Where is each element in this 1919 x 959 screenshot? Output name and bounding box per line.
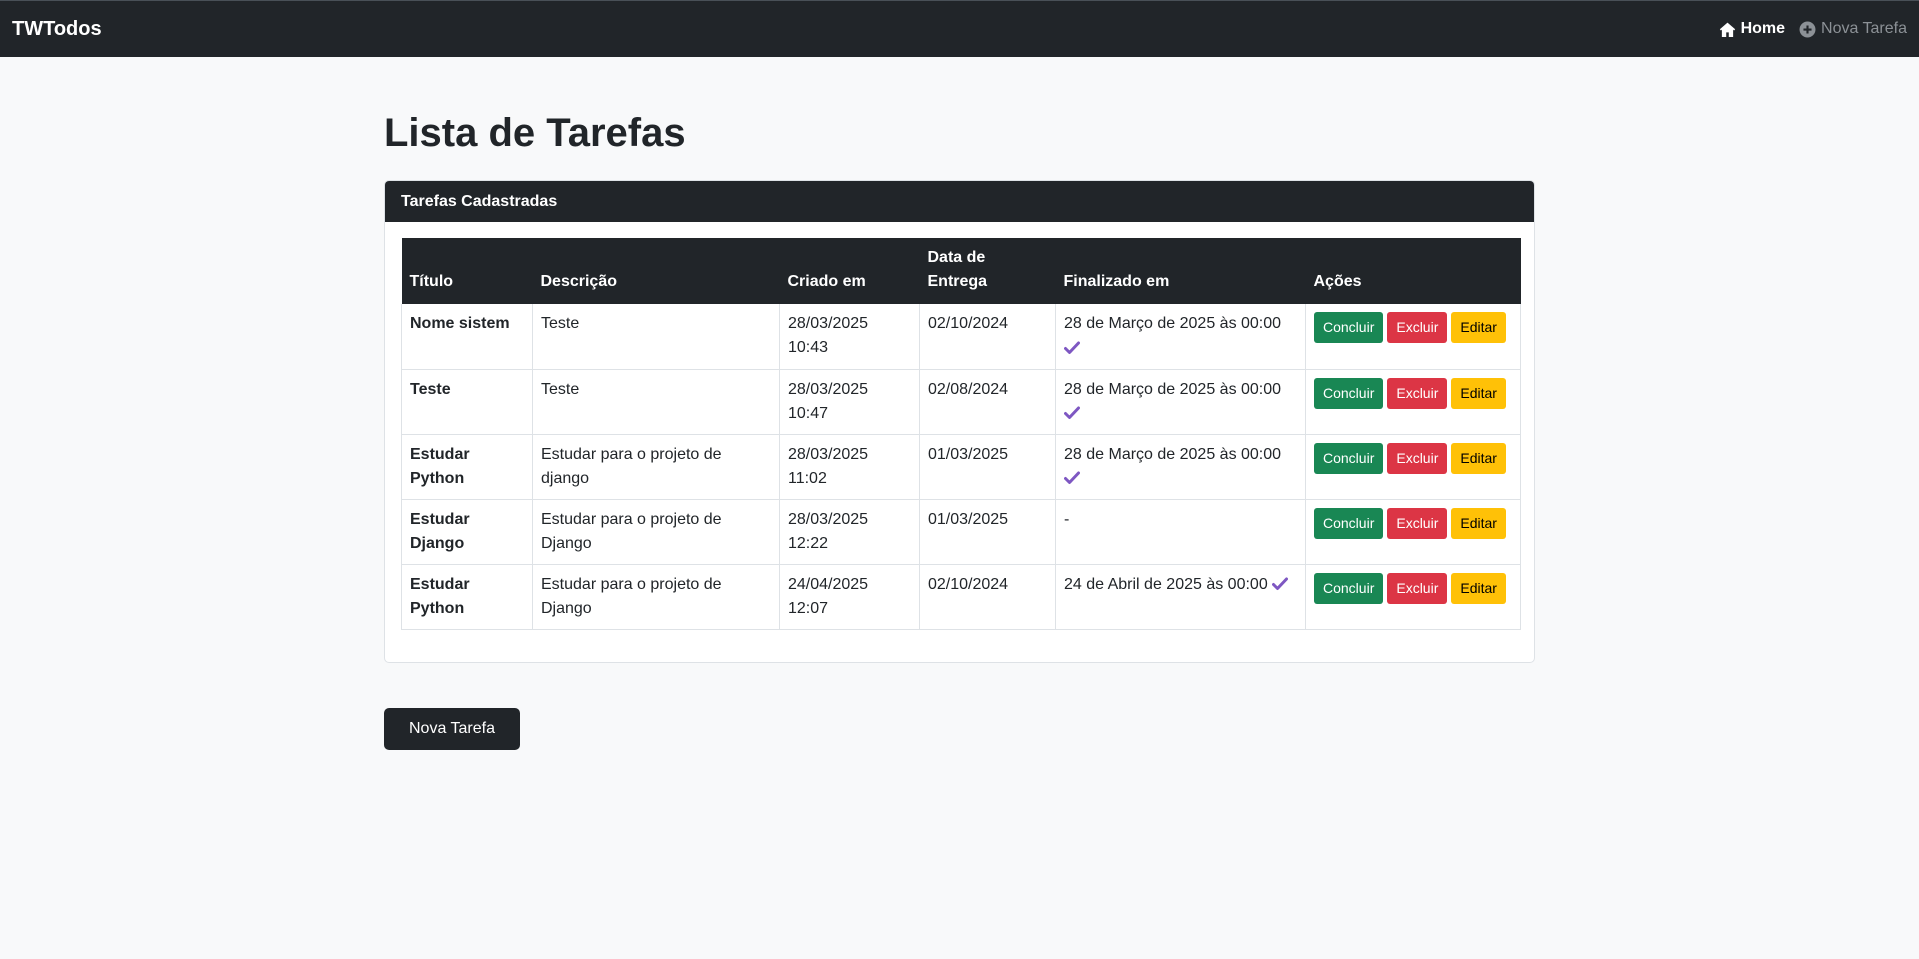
check-icon [1064,406,1080,420]
cell-finalizado: 28 de Março de 2025 às 00:00 [1055,369,1306,435]
header-entrega: Data de Entrega [919,238,1056,304]
cell-descricao: Estudar para o projeto de Django [532,499,780,565]
cell-finalizado: - [1055,499,1306,565]
concluir-button[interactable]: Concluir [1314,312,1384,343]
cell-acoes: Concluir Excluir Editar [1305,304,1521,370]
cell-entrega: 01/03/2025 [919,434,1056,500]
cell-criado: 28/03/2025 10:47 [779,369,920,435]
new-task-button[interactable]: Nova Tarefa [384,707,520,750]
excluir-button[interactable]: Excluir [1387,377,1448,409]
cell-titulo: Estudar Python [401,564,533,630]
header-finalizado: Finalizado em [1055,238,1306,304]
main-content: Lista de Tarefas Tarefas Cadastradas Tít… [384,57,1535,750]
nav-links: Home Nova Tarefa [1719,20,1907,38]
table-row: Nome sistem Teste 28/03/2025 10:43 02/10… [401,304,1521,370]
nav-link-label: Home [1740,20,1786,37]
editar-button[interactable]: Editar [1451,507,1506,539]
editar-button[interactable]: Editar [1451,377,1506,409]
check-icon [1064,471,1080,485]
card-header: Tarefas Cadastradas [385,181,1534,222]
cell-descricao: Teste [532,304,780,370]
cell-finalizado: 28 de Março de 2025 às 00:00 [1055,434,1306,500]
excluir-button[interactable]: Excluir [1387,312,1448,343]
nav-link-nova-tarefa[interactable]: Nova Tarefa [1799,20,1907,38]
concluir-button[interactable]: Concluir [1314,442,1384,474]
cell-entrega: 01/03/2025 [919,499,1056,565]
cell-criado: 28/03/2025 10:43 [779,304,920,370]
header-titulo: Título [401,238,533,304]
finalizado-text: - [1064,510,1070,528]
table-row: Teste Teste 28/03/2025 10:47 02/08/2024 … [401,369,1521,435]
nav-link-home[interactable]: Home [1719,20,1785,38]
cell-descricao: Teste [532,369,780,435]
cell-entrega: 02/10/2024 [919,304,1056,370]
card-body: Título Descrição Criado em Data de Entre… [385,222,1534,662]
excluir-button[interactable]: Excluir [1387,442,1448,474]
header-acoes: Ações [1305,238,1521,304]
cell-acoes: Concluir Excluir Editar [1305,499,1521,565]
concluir-button[interactable]: Concluir [1314,572,1384,604]
cell-titulo: Nome sistem [401,304,533,370]
concluir-button[interactable]: Concluir [1314,507,1384,539]
check-icon [1272,577,1289,591]
excluir-button[interactable]: Excluir [1387,507,1448,539]
cell-descricao: Estudar para o projeto de django [532,434,780,500]
cell-criado: 28/03/2025 11:02 [779,434,920,500]
cell-finalizado: 28 de Março de 2025 às 00:00 [1055,304,1306,370]
cell-titulo: Estudar Python [401,434,533,500]
cell-criado: 28/03/2025 12:22 [779,499,920,565]
table-row: Estudar Python Estudar para o projeto de… [401,564,1521,630]
cell-titulo: Estudar Django [401,499,533,565]
brand-logo[interactable]: TWTodos [12,18,102,41]
cell-finalizado: 24 de Abril de 2025 às 00:00 [1055,564,1306,630]
finalizado-text: 28 de Março de 2025 às 00:00 [1064,315,1282,332]
table-header-row: Título Descrição Criado em Data de Entre… [401,238,1521,304]
cell-acoes: Concluir Excluir Editar [1305,434,1521,500]
page-title: Lista de Tarefas [384,111,686,155]
cell-titulo: Teste [401,369,533,435]
cell-acoes: Concluir Excluir Editar [1305,369,1521,435]
navbar: TWTodos Home Nova Tarefa [0,0,1919,57]
check-icon [1064,341,1080,354]
nav-link-label: Nova Tarefa [1821,20,1907,37]
header-descricao: Descrição [532,238,780,304]
finalizado-text: 28 de Março de 2025 às 00:00 [1064,445,1282,463]
editar-button[interactable]: Editar [1451,572,1506,604]
excluir-button[interactable]: Excluir [1387,572,1448,604]
header-criado: Criado em [779,238,920,304]
editar-button[interactable]: Editar [1451,442,1506,474]
concluir-button[interactable]: Concluir [1314,377,1384,409]
cell-descricao: Estudar para o projeto de Django [532,564,780,630]
cell-entrega: 02/08/2024 [919,369,1056,435]
cell-entrega: 02/10/2024 [919,564,1056,630]
table-row: Estudar Python Estudar para o projeto de… [401,434,1521,500]
table-row: Estudar Django Estudar para o projeto de… [401,499,1521,565]
editar-button[interactable]: Editar [1451,312,1506,343]
cell-criado: 24/04/2025 12:07 [779,564,920,630]
tasks-table: Título Descrição Criado em Data de Entre… [401,238,1521,630]
tasks-card: Tarefas Cadastradas Título Descrição Cri… [384,180,1535,663]
cell-acoes: Concluir Excluir Editar [1305,564,1521,630]
finalizado-text: 28 de Março de 2025 às 00:00 [1064,380,1282,398]
plus-circle-icon [1799,21,1816,37]
finalizado-text: 24 de Abril de 2025 às 00:00 [1064,575,1268,593]
home-icon [1719,22,1735,37]
